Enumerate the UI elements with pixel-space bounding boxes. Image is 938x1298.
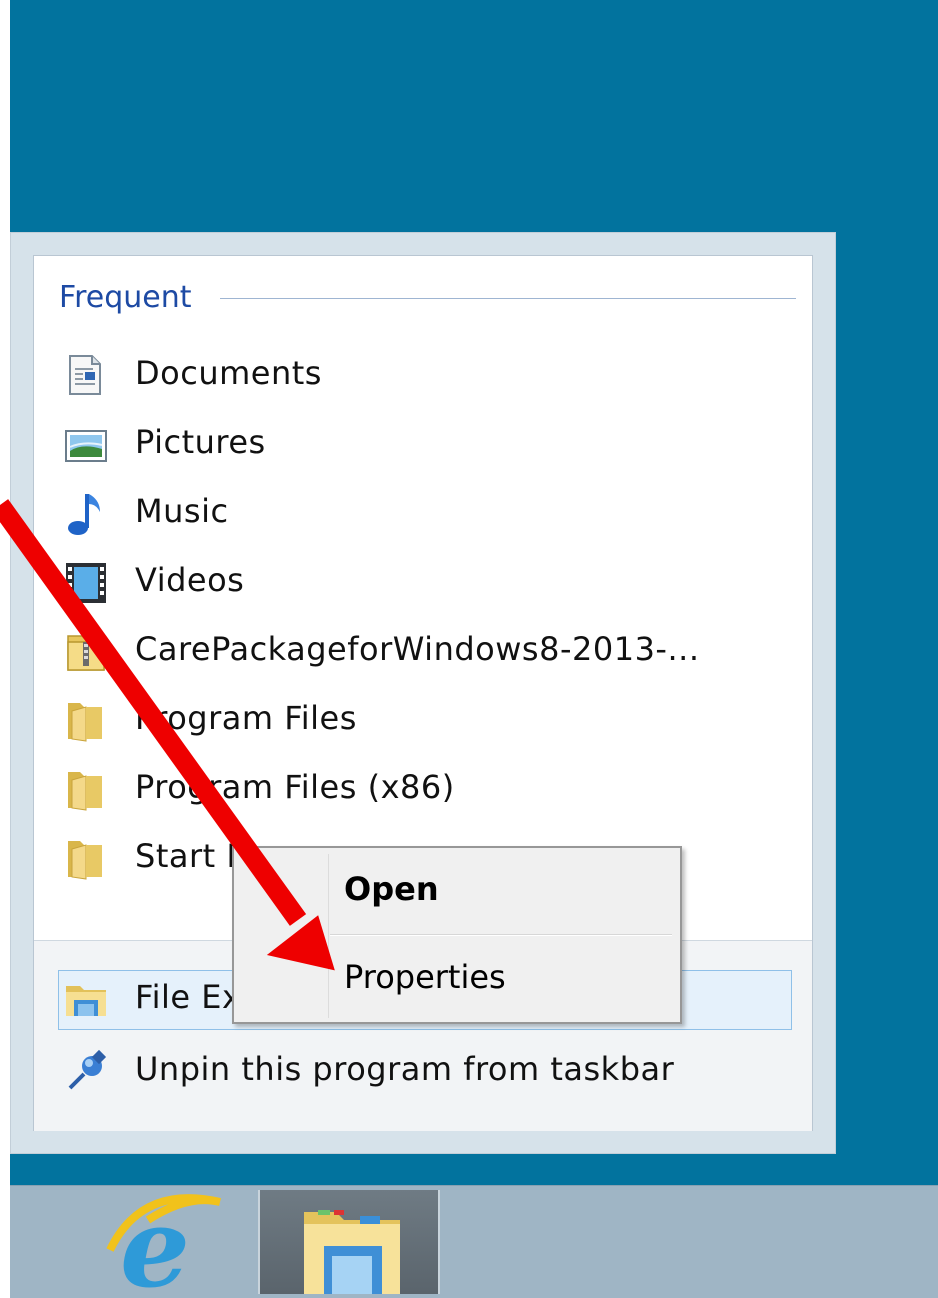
documents-icon <box>64 352 108 398</box>
jump-item-label: CarePackageforWindows8-2013-... <box>135 630 700 668</box>
jump-item-documents[interactable]: Documents <box>64 348 764 404</box>
jump-item-carepackage[interactable]: CarePackageforWindows8-2013-... <box>64 624 764 680</box>
jump-item-pictures[interactable]: Pictures <box>64 417 764 473</box>
jump-item-label: Documents <box>135 354 322 392</box>
menu-separator <box>330 934 672 936</box>
taskbar: e <box>10 1183 938 1298</box>
folder-icon <box>64 766 108 812</box>
task-label: Unpin this program from taskbar <box>135 1050 675 1088</box>
jump-item-label: Music <box>135 492 229 530</box>
menu-item-open[interactable]: Open <box>344 870 439 908</box>
jump-item-label: Pictures <box>135 423 266 461</box>
jump-item-videos[interactable]: Videos <box>64 555 764 611</box>
header-divider <box>220 298 796 299</box>
zip-folder-icon <box>64 628 108 674</box>
menu-item-properties[interactable]: Properties <box>344 958 506 996</box>
unpin-icon <box>64 1048 108 1094</box>
file-explorer-icon <box>300 1202 404 1298</box>
music-icon <box>64 490 108 536</box>
folder-icon <box>64 697 108 743</box>
jump-item-label: Program Files (x86) <box>135 768 455 806</box>
jump-item-program-files[interactable]: Program Files <box>64 693 764 749</box>
frequent-header: Frequent <box>59 280 192 315</box>
pictures-icon <box>64 421 108 467</box>
taskbar-button-file-explorer[interactable] <box>258 1190 440 1294</box>
jump-item-program-files-x86[interactable]: Program Files (x86) <box>64 762 764 818</box>
videos-icon <box>64 559 108 605</box>
internet-explorer-icon: e <box>102 1183 232 1298</box>
folder-icon <box>64 835 108 881</box>
jump-item-label: Videos <box>135 561 245 599</box>
menu-gutter <box>328 854 329 1018</box>
jump-item-label: Program Files <box>135 699 357 737</box>
jump-item-music[interactable]: Music <box>64 486 764 542</box>
taskbar-button-internet-explorer[interactable]: e <box>102 1183 232 1298</box>
task-unpin[interactable]: Unpin this program from taskbar <box>64 1044 764 1100</box>
context-menu: Open Properties <box>232 846 682 1024</box>
file-explorer-icon <box>64 976 108 1022</box>
